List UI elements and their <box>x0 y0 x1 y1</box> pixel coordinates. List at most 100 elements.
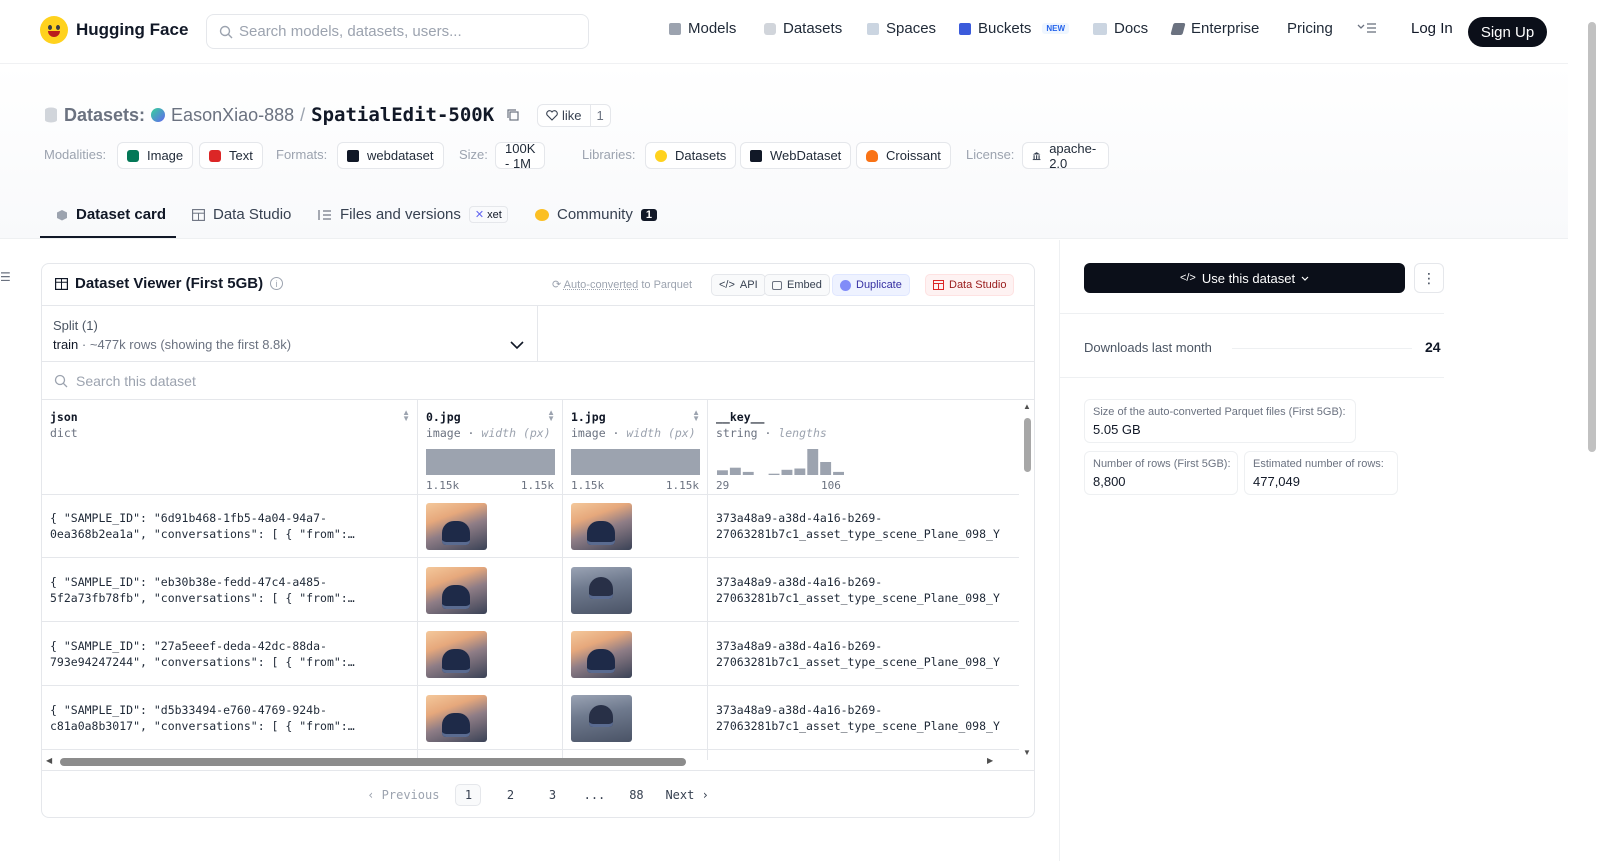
auto-converted-link[interactable]: Auto-converted <box>564 279 639 291</box>
table-row[interactable]: 373a48a9-a38d-4a16-b269- 27063281b7c1_as… <box>708 495 1019 558</box>
sort-icon[interactable]: ▲ ▼ <box>547 409 555 423</box>
column-header-1-jpg[interactable]: 1.jpg image · width (px) ▲ ▼ 1.15k 1.15k <box>563 400 707 495</box>
column-header-0-jpg[interactable]: 0.jpg image · width (px) ▲ ▼ 1.15k 1.15k <box>418 400 562 495</box>
repo-name[interactable]: SpatialEdit-500K <box>311 104 494 126</box>
tag-webdataset-format[interactable]: webdataset <box>337 142 444 169</box>
scroll-down-icon[interactable]: ▼ <box>1023 748 1031 757</box>
tab-files-and-versions[interactable]: Files and versions ✕ xet <box>318 206 508 223</box>
nav-models[interactable]: Models <box>669 20 736 37</box>
more-options-button[interactable]: ⋮ <box>1414 263 1444 293</box>
data-studio-button[interactable]: Data Studio <box>925 274 1015 296</box>
thumbnail-image[interactable] <box>426 567 487 614</box>
repo-type-label[interactable]: Datasets: <box>64 105 145 126</box>
login-link[interactable]: Log In <box>1411 20 1453 37</box>
table-row[interactable]: { "SAMPLE_ID": "6d91b468-1fb5-4a04-94a7-… <box>42 495 417 558</box>
image-cell[interactable] <box>563 495 707 558</box>
table-horizontal-scrollbar[interactable]: ◀ ▶ <box>42 754 1019 768</box>
thumbnail-image[interactable] <box>571 503 632 550</box>
tag-lib-webdataset[interactable]: WebDataset <box>740 142 852 169</box>
table-row[interactable]: { "SAMPLE_ID": "eb30b38e-fedd-47c4-a485-… <box>42 559 417 622</box>
like-button[interactable]: like 1 <box>537 104 611 127</box>
previous-page-button[interactable]: ‹ Previous <box>367 784 439 806</box>
next-page-button[interactable]: Next › <box>665 784 708 806</box>
page-88-button[interactable]: 88 <box>623 784 649 806</box>
page-2-button[interactable]: 2 <box>497 784 523 806</box>
table-row[interactable]: { "SAMPLE_ID": "27a5eeef-deda-42dc-88da-… <box>42 623 417 686</box>
copy-icon[interactable] <box>506 108 520 122</box>
tab-community[interactable]: Community 1 <box>535 206 657 223</box>
column-name: json <box>50 410 78 424</box>
histogram-bin[interactable] <box>820 462 832 475</box>
page-scroll-thumb[interactable] <box>1588 22 1596 452</box>
api-button[interactable]: </> API <box>711 274 766 296</box>
dataset-search-input[interactable]: Search this dataset <box>42 362 1034 400</box>
tag-text[interactable]: Text <box>199 142 263 169</box>
histogram-bin[interactable] <box>742 471 754 475</box>
page-scrollbar[interactable] <box>1584 0 1600 861</box>
global-search-input[interactable]: Search models, datasets, users... <box>206 14 589 49</box>
thumbnail-image[interactable] <box>571 567 632 614</box>
histogram-bin[interactable] <box>768 473 780 475</box>
signup-button[interactable]: Sign Up <box>1468 17 1547 47</box>
nav-docs[interactable]: Docs <box>1093 20 1148 37</box>
nav-spaces[interactable]: Spaces <box>867 20 936 37</box>
tag-image[interactable]: Image <box>117 142 194 169</box>
tag-lib-datasets[interactable]: Datasets <box>645 142 737 169</box>
tag-size[interactable]: 100K - 1M <box>495 141 546 171</box>
thumbnail-image[interactable] <box>426 631 487 678</box>
image-cell[interactable] <box>563 623 707 686</box>
horizontal-scroll-thumb[interactable] <box>60 758 686 766</box>
tab-dataset-card[interactable]: Dataset card <box>56 206 166 223</box>
duplicate-button[interactable]: Duplicate <box>832 274 910 296</box>
thumbnail-image[interactable] <box>571 695 632 742</box>
scroll-left-icon[interactable]: ◀ <box>46 756 52 765</box>
histogram-bin[interactable] <box>794 468 806 476</box>
column-header-key[interactable]: __key__ string · lengths 29 106 <box>708 400 1019 495</box>
histogram-bar[interactable] <box>571 449 700 475</box>
embed-button[interactable]: Embed <box>764 274 830 296</box>
tag-lib-croissant[interactable]: Croissant <box>856 142 951 169</box>
sort-icon[interactable]: ▲ ▼ <box>402 409 410 423</box>
table-row[interactable]: 373a48a9-a38d-4a16-b269- 27063281b7c1_as… <box>708 623 1019 686</box>
nav-buckets[interactable]: Buckets NEW <box>959 20 1070 37</box>
image-cell[interactable] <box>418 687 562 750</box>
split-selector[interactable]: Split (1) train · ~477k rows (showing th… <box>42 306 538 362</box>
image-cell[interactable] <box>418 559 562 622</box>
key-length-histogram[interactable] <box>716 449 845 475</box>
thumbnail-image[interactable] <box>571 631 632 678</box>
page-3-button[interactable]: 3 <box>539 784 565 806</box>
table-row[interactable]: 373a48a9-a38d-4a16-b269- 27063281b7c1_as… <box>708 687 1019 750</box>
column-header-json[interactable]: json dict ▲ ▼ <box>42 400 417 495</box>
nav-datasets[interactable]: Datasets <box>764 20 842 37</box>
toc-toggle-icon[interactable]: ☰ <box>0 270 11 284</box>
scroll-up-icon[interactable]: ▲ <box>1023 402 1031 411</box>
thumbnail-image[interactable] <box>426 695 487 742</box>
page-1-button[interactable]: 1 <box>455 784 482 806</box>
nav-pricing[interactable]: Pricing <box>1287 20 1333 37</box>
histogram-bin[interactable] <box>781 469 793 475</box>
home-logo[interactable]: Hugging Face <box>40 16 188 44</box>
table-row[interactable]: { "SAMPLE_ID": "d5b33494-e760-4769-924b-… <box>42 687 417 750</box>
thumbnail-image[interactable] <box>426 503 487 550</box>
histogram-bin[interactable] <box>717 470 728 475</box>
histogram-bin[interactable] <box>807 449 819 475</box>
use-this-dataset-button[interactable]: </> Use this dataset <box>1084 263 1405 293</box>
nav-enterprise[interactable]: Enterprise <box>1170 20 1259 37</box>
repo-owner-link[interactable]: EasonXiao-888 <box>171 105 294 126</box>
vertical-scroll-thumb[interactable] <box>1024 418 1031 472</box>
tag-license[interactable]: apache-2.0 <box>1022 141 1109 171</box>
scroll-right-icon[interactable]: ▶ <box>987 756 993 765</box>
histogram-bar[interactable] <box>426 449 555 475</box>
image-cell[interactable] <box>563 559 707 622</box>
image-cell[interactable] <box>563 687 707 750</box>
table-row[interactable]: 373a48a9-a38d-4a16-b269- 27063281b7c1_as… <box>708 559 1019 622</box>
image-cell[interactable] <box>418 623 562 686</box>
histogram-bin[interactable] <box>833 471 844 475</box>
image-cell[interactable] <box>418 495 562 558</box>
histogram-bin[interactable] <box>729 467 741 475</box>
tab-data-studio[interactable]: Data Studio <box>192 206 291 223</box>
nav-more-menu[interactable] <box>1357 22 1377 34</box>
info-icon[interactable]: i <box>270 277 284 290</box>
table-vertical-scrollbar[interactable]: ▲ ▼ <box>1019 400 1034 760</box>
sort-icon[interactable]: ▲ ▼ <box>692 409 700 423</box>
